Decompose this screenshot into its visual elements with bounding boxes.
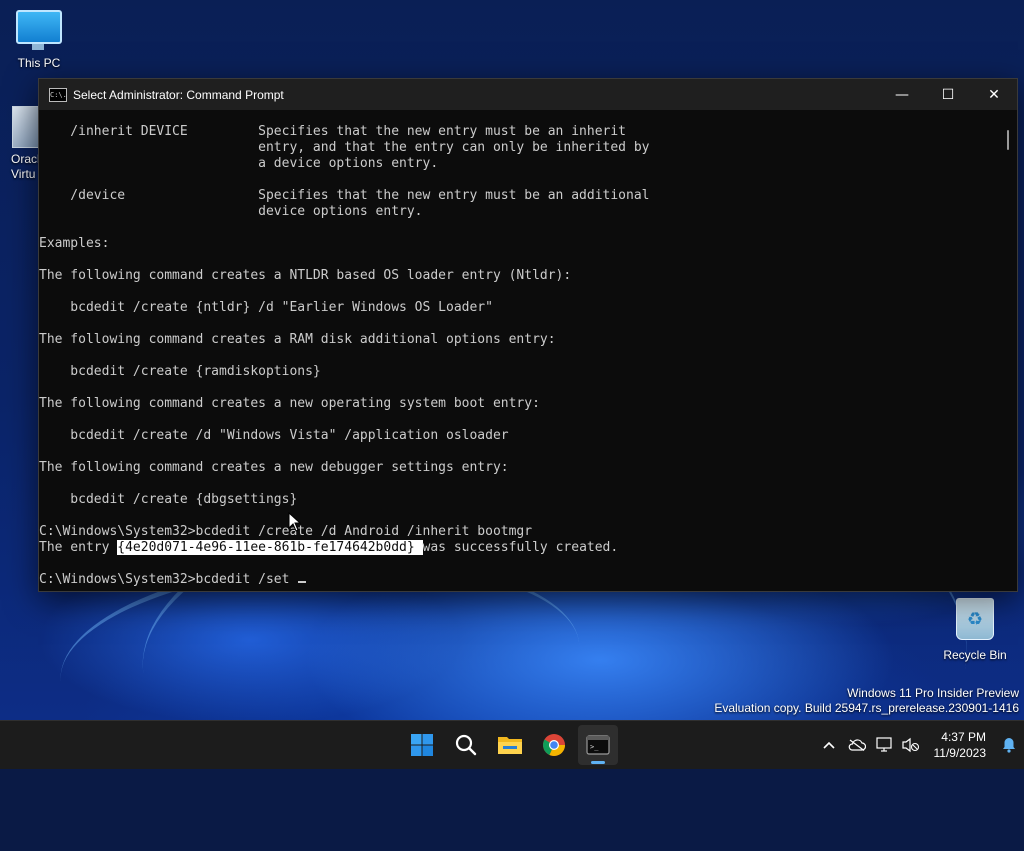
scrollbar-thumb[interactable] [1007, 130, 1009, 150]
title-bar[interactable]: C:\. Select Administrator: Command Promp… [39, 79, 1017, 110]
watermark-build: Evaluation copy. Build 25947.rs_prerelea… [714, 701, 1019, 716]
network-button[interactable] [872, 721, 898, 769]
desktop-icon-label: Recycle Bin [937, 648, 1013, 662]
clock-time: 4:37 PM [934, 729, 987, 745]
watermark-edition: Windows 11 Pro Insider Preview [714, 686, 1019, 701]
text-cursor [298, 581, 306, 583]
entry-suffix: was successfully created. [423, 540, 619, 555]
console-line [39, 508, 999, 524]
minimize-button[interactable]: — [879, 79, 925, 110]
console-line: The following command creates a RAM disk… [39, 332, 999, 348]
desktop-icon-recycle-bin[interactable]: ♻ Recycle Bin [937, 598, 1013, 662]
console-line: bcdedit /create /d "Windows Vista" /appl… [39, 428, 999, 444]
volume-button[interactable] [898, 721, 924, 769]
svg-text:>_: >_ [590, 743, 599, 751]
desktop-icon-label: This PC [1, 56, 77, 70]
chrome-icon [542, 733, 566, 757]
console-line [39, 284, 999, 300]
console-line [39, 412, 999, 428]
console-line: bcdedit /create {dbgsettings} [39, 492, 999, 508]
entry-prefix: The entry [39, 540, 117, 555]
console-line [39, 172, 999, 188]
console-line [39, 348, 999, 364]
command-prompt-window[interactable]: C:\. Select Administrator: Command Promp… [38, 78, 1018, 592]
window-title: Select Administrator: Command Prompt [73, 88, 879, 102]
console-line [39, 220, 999, 236]
cloud-offline-icon [848, 739, 866, 751]
console-line: bcdedit /create {ntldr} /d "Earlier Wind… [39, 300, 999, 316]
cmd-icon: C:\. [49, 88, 67, 102]
taskbar: >_ 4:37 P [0, 720, 1024, 769]
windows-watermark: Windows 11 Pro Insider Preview Evaluatio… [714, 686, 1019, 716]
maximize-button[interactable]: ☐ [925, 79, 971, 110]
terminal-button[interactable]: >_ [578, 725, 618, 765]
console-line: The following command creates a new debu… [39, 460, 999, 476]
console-line: The following command creates a NTLDR ba… [39, 268, 999, 284]
bell-icon [1002, 737, 1016, 753]
chrome-button[interactable] [534, 725, 574, 765]
console-line: device options entry. [39, 204, 999, 220]
selected-entry-guid[interactable]: {4e20d071-4e96-11ee-861b-fe174642b0dd} [117, 540, 422, 555]
windows-logo-icon [410, 733, 434, 757]
console-line [39, 476, 999, 492]
terminal-icon: >_ [586, 735, 610, 755]
search-icon [454, 733, 478, 757]
onedrive-button[interactable] [842, 721, 872, 769]
notifications-button[interactable] [994, 721, 1024, 769]
virtualbox-icon [12, 106, 40, 148]
volume-muted-icon [902, 737, 920, 753]
console-line: entry, and that the entry can only be in… [39, 140, 999, 156]
console-line: /inherit DEVICE Specifies that the new e… [39, 124, 999, 140]
console-prompt-line[interactable]: C:\Windows\System32>bcdedit /set [39, 572, 999, 588]
console-line: a device options entry. [39, 156, 999, 172]
console-line [39, 316, 999, 332]
start-button[interactable] [402, 725, 442, 765]
console-line: /device Specifies that the new entry mus… [39, 188, 999, 204]
console-line: C:\Windows\System32>bcdedit /create /d A… [39, 524, 999, 540]
taskbar-apps: >_ [402, 721, 618, 769]
chevron-up-icon [823, 741, 835, 749]
console-line: bcdedit /create {ramdiskoptions} [39, 364, 999, 380]
console-line [39, 380, 999, 396]
desktop-icon-this-pc[interactable]: This PC [1, 10, 77, 70]
mouse-pointer-icon [288, 512, 302, 532]
console-output[interactable]: /inherit DEVICE Specifies that the new e… [39, 110, 999, 591]
folder-icon [497, 734, 523, 756]
clock[interactable]: 4:37 PM 11/9/2023 [934, 729, 987, 761]
network-icon [876, 737, 894, 753]
monitor-icon [16, 10, 62, 44]
console-line [39, 444, 999, 460]
search-button[interactable] [446, 725, 486, 765]
clock-date: 11/9/2023 [934, 745, 987, 761]
console-line: The entry {4e20d071-4e96-11ee-861b-fe174… [39, 540, 999, 556]
recycle-bin-icon: ♻ [956, 598, 994, 640]
console-line: The following command creates a new oper… [39, 396, 999, 412]
system-tray: 4:37 PM 11/9/2023 [816, 721, 1024, 769]
console-line [39, 252, 999, 268]
vertical-scrollbar[interactable] [1001, 110, 1015, 591]
prompt-text: C:\Windows\System32>bcdedit /set [39, 572, 297, 587]
file-explorer-button[interactable] [490, 725, 530, 765]
close-button[interactable]: ✕ [971, 79, 1017, 110]
show-hidden-icons-button[interactable] [816, 721, 842, 769]
console-line: Examples: [39, 236, 999, 252]
console-line [39, 556, 999, 572]
